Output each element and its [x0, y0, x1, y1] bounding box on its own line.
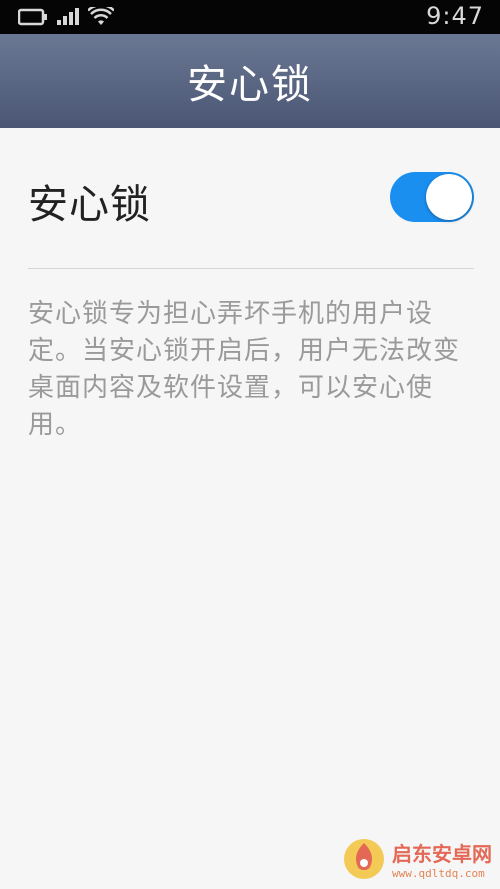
watermark-logo-icon — [344, 839, 384, 879]
description-text: 安心锁专为担心弄坏手机的用户设定。当安心锁开启后，用户无法改变桌面内容及软件设置… — [28, 299, 461, 440]
wifi-icon — [88, 7, 114, 25]
signal-icon — [57, 8, 79, 25]
title-bar: 安心锁 — [0, 34, 500, 128]
page-title: 安心锁 — [187, 62, 313, 108]
divider — [28, 268, 474, 269]
secure-lock-toggle[interactable] — [390, 172, 474, 222]
watermark-url: www.qdltdq.com — [392, 867, 485, 880]
watermark: 启东安卓网 www.qdltdq.com — [342, 837, 492, 881]
status-bar: 9:47 — [0, 0, 500, 34]
status-icons — [18, 6, 114, 28]
toggle-knob[interactable] — [426, 174, 472, 220]
status-time: 9:47 — [426, 2, 484, 30]
setting-row-secure-lock[interactable]: 安心锁 — [28, 150, 474, 250]
watermark-name: 启东安卓网 — [392, 842, 492, 866]
battery-icon — [18, 8, 47, 26]
setting-label: 安心锁 — [28, 182, 151, 228]
